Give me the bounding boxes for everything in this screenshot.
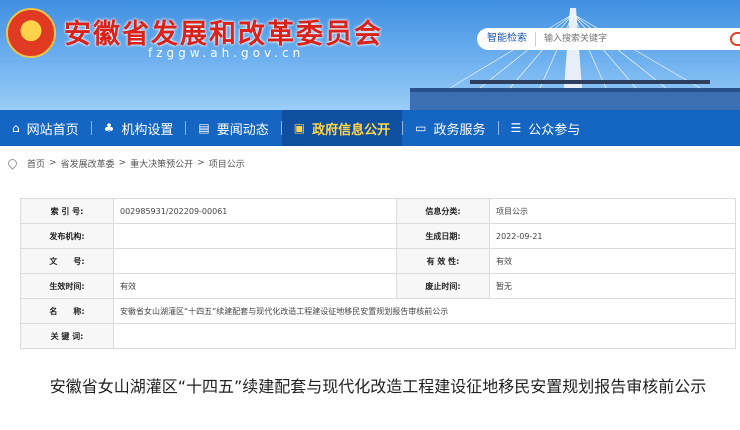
- nav-item-label: 要闻动态: [216, 122, 269, 138]
- service-icon: ▭: [415, 121, 427, 135]
- meta-value-repeal: 暂无: [489, 273, 736, 299]
- national-emblem-icon: [6, 8, 56, 58]
- breadcrumb-item[interactable]: 重大决策预公开: [130, 157, 193, 170]
- home-icon: ⌂: [12, 121, 20, 135]
- breadcrumb: 首页 > 省发展改革委 > 重大决策预公开 > 项目公示: [0, 152, 740, 174]
- nav-item-label: 网站首页: [26, 122, 79, 138]
- meta-key-category: 信息分类:: [396, 198, 490, 224]
- nav-item-label: 公众参与: [528, 122, 581, 138]
- bridge-image: [410, 8, 740, 110]
- meta-key-publisher: 发布机构:: [20, 223, 114, 249]
- participate-icon: ☰: [510, 121, 522, 135]
- nav-item-news[interactable]: ▤ 要闻动态: [186, 110, 280, 146]
- table-row: 名 称: 安徽省女山湖灌区“十四五”续建配套与现代化改造工程建设征地移民安置规划…: [20, 298, 736, 324]
- meta-value-keywords: [113, 323, 736, 349]
- breadcrumb-item[interactable]: 首页: [27, 157, 45, 170]
- meta-value-index: 002985931/202209-00061: [113, 198, 397, 224]
- search-icon[interactable]: [730, 32, 740, 46]
- location-pin-icon: [6, 156, 19, 170]
- meta-value-category: 项目公示: [489, 198, 736, 224]
- nav-item-info-disclosure[interactable]: ▣ 政府信息公开: [281, 110, 403, 146]
- meta-value-name: 安徽省女山湖灌区“十四五”续建配套与现代化改造工程建设征地移民安置规划报告审核前…: [113, 298, 736, 324]
- meta-value-docno: [113, 248, 397, 274]
- table-row: 生效时间: 有效 废止时间: 暂无: [20, 273, 736, 299]
- nav-item-home[interactable]: ⌂ 网站首页: [0, 110, 91, 146]
- main-nav: ⌂ 网站首页 ♣ 机构设置 ▤ 要闻动态 ▣ 政府信息公开 ▭ 政务服务 ☰ 公…: [0, 110, 740, 146]
- meta-key-repeal: 废止时间:: [396, 273, 490, 299]
- nav-item-label: 政务服务: [433, 122, 486, 138]
- meta-value-validity: 有效: [489, 248, 736, 274]
- search-input[interactable]: [536, 33, 726, 45]
- nav-item-participate[interactable]: ☰ 公众参与: [499, 110, 593, 146]
- breadcrumb-separator: >: [118, 158, 127, 168]
- search-box: 智能检索: [477, 28, 740, 50]
- info-icon: ▣: [293, 121, 306, 135]
- table-row: 文 号: 有 效 性: 有效: [20, 248, 736, 274]
- document-meta-table: 索 引 号: 002985931/202209-00061 信息分类: 项目公示…: [20, 198, 736, 349]
- meta-key-docno: 文 号:: [20, 248, 114, 274]
- meta-key-validity: 有 效 性:: [396, 248, 490, 274]
- org-icon: ♣: [103, 121, 115, 135]
- nav-item-org[interactable]: ♣ 机构设置: [92, 110, 186, 146]
- meta-key-name: 名 称:: [20, 298, 114, 324]
- breadcrumb-separator: >: [49, 158, 57, 168]
- table-row: 索 引 号: 002985931/202209-00061 信息分类: 项目公示: [20, 198, 736, 224]
- meta-key-date: 生成日期:: [396, 223, 490, 249]
- breadcrumb-item[interactable]: 项目公示: [209, 157, 245, 170]
- meta-value-date: 2022-09-21: [489, 223, 736, 249]
- meta-value-effective: 有效: [113, 273, 397, 299]
- nav-item-label: 机构设置: [121, 122, 174, 138]
- meta-value-publisher: [113, 223, 397, 249]
- meta-key-effective: 生效时间:: [20, 273, 114, 299]
- article-title: 安徽省女山湖灌区“十四五”续建配套与现代化改造工程建设征地移民安置规划报告审核前…: [49, 377, 707, 396]
- meta-key-index: 索 引 号:: [20, 198, 114, 224]
- nav-item-service[interactable]: ▭ 政务服务: [403, 110, 497, 146]
- site-url: fzggw.ah.gov.cn: [148, 46, 305, 60]
- table-row: 关 键 词:: [20, 323, 736, 349]
- nav-item-label: 政府信息公开: [312, 122, 391, 138]
- meta-key-keywords: 关 键 词:: [20, 323, 114, 349]
- breadcrumb-item[interactable]: 省发展改革委: [61, 157, 115, 170]
- news-icon: ▤: [198, 121, 210, 135]
- search-label[interactable]: 智能检索: [477, 32, 536, 46]
- site-header: 安徽省发展和改革委员会 fzggw.ah.gov.cn 智能检索: [0, 0, 740, 110]
- table-row: 发布机构: 生成日期: 2022-09-21: [20, 223, 736, 249]
- breadcrumb-separator: >: [197, 158, 205, 168]
